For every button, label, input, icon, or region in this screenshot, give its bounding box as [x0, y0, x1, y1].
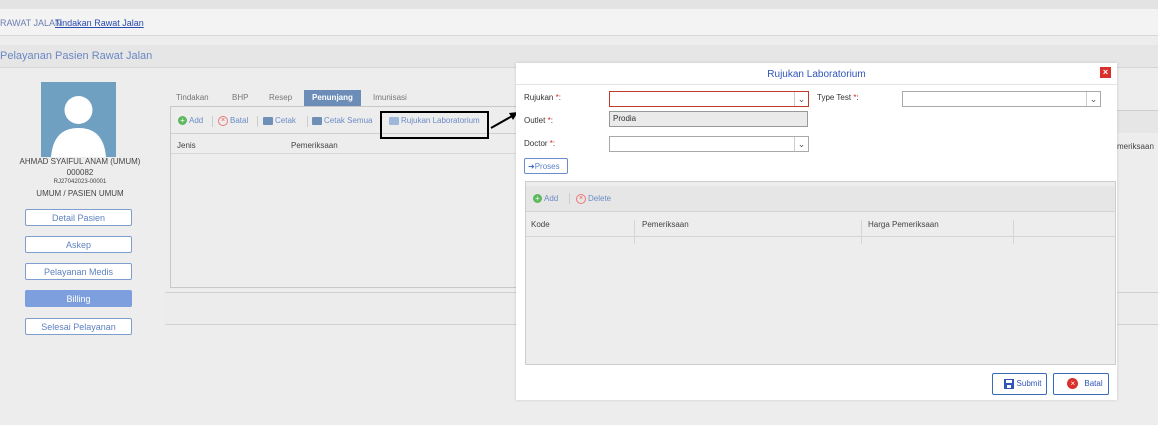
askep-button[interactable]: Askep [25, 236, 132, 253]
chevron-down-icon[interactable]: ⌄ [1086, 92, 1100, 106]
doctor-label: Doctor *: [524, 139, 556, 148]
add-button[interactable]: + Add [178, 116, 203, 126]
divider [307, 116, 308, 127]
section-title: Pelayanan Pasien Rawat Jalan [0, 50, 153, 62]
tab-resep[interactable]: Resep [269, 90, 292, 106]
breadcrumb-root: RAWAT JALAN [0, 18, 62, 28]
printer-icon [312, 116, 322, 125]
column-harga-pemeriksaan: Harga Pemeriksaan [868, 220, 939, 229]
divider [569, 193, 570, 204]
divider [212, 116, 213, 127]
user-silhouette-icon [41, 82, 116, 157]
type-test-label: Type Test *: [817, 93, 859, 102]
outlet-label: Outlet *: [524, 116, 553, 125]
tab-penunjang[interactable]: Penunjang [304, 90, 361, 106]
patient-name: AHMAD SYAIFUL ANAM (UMUM) [19, 157, 141, 166]
cetak-button[interactable]: Cetak [263, 116, 296, 125]
selesai-pelayanan-button[interactable]: Selesai Pelayanan [25, 318, 132, 335]
inner-toolbar: + Add × Delete [526, 186, 1115, 212]
submit-button[interactable]: Submit [992, 373, 1047, 395]
patient-registration: RJ27042023-00001 [53, 179, 107, 185]
modal-title: Rujukan Laboratorium [516, 63, 1117, 85]
inner-delete-button[interactable]: × Delete [576, 194, 611, 204]
batal-modal-button[interactable]: × Batal [1053, 373, 1109, 395]
pelayanan-medis-button[interactable]: Pelayanan Medis [25, 263, 132, 280]
chevron-down-icon[interactable]: ⌄ [794, 137, 808, 151]
patient-type: UMUM / PASIEN UMUM [36, 189, 124, 198]
column-pemeriksaan-partial: meriksaan [1117, 142, 1154, 151]
column-divider [1013, 220, 1014, 244]
printer-icon [263, 116, 273, 125]
tab-imunisasi[interactable]: Imunisasi [373, 90, 407, 106]
inner-grid-header: Kode Pemeriksaan Harga Pemeriksaan [526, 212, 1115, 244]
rujukan-label: Rujukan *: [524, 93, 561, 102]
close-icon[interactable]: × [1100, 67, 1111, 78]
close-circle-icon: × [1067, 378, 1079, 390]
billing-button[interactable]: Billing [25, 290, 132, 307]
patient-id: 000082 [66, 168, 94, 177]
rujukan-select[interactable]: ⌄ [609, 91, 809, 107]
rujukan-laboratorium-modal: Rujukan Laboratorium × Rujukan *: ⌄ Prod… [516, 63, 1117, 400]
cetak-semua-button[interactable]: Cetak Semua [312, 116, 372, 125]
column-divider [634, 220, 635, 244]
tab-bhp[interactable]: BHP [232, 90, 248, 106]
chevron-down-icon[interactable]: ⌄ [794, 92, 808, 106]
plus-icon: + [533, 194, 542, 204]
highlight-box [380, 111, 489, 139]
save-icon [1003, 378, 1014, 389]
detail-pasien-button[interactable]: Detail Pasien [25, 209, 132, 226]
type-test-select[interactable]: ⌄ [902, 91, 1101, 107]
rujukan-dropdown-option[interactable]: Prodia [609, 111, 808, 127]
plus-icon: + [178, 116, 187, 126]
close-circle-icon: × [576, 194, 586, 204]
process-arrow-icon: ➜ [528, 162, 535, 171]
avatar [41, 82, 116, 157]
column-kode: Kode [531, 220, 550, 229]
column-pemeriksaan: Pemeriksaan [291, 141, 338, 150]
divider [257, 116, 258, 127]
column-divider [861, 220, 862, 244]
doctor-select[interactable]: ⌄ [609, 136, 809, 152]
inner-add-button[interactable]: + Add [533, 194, 558, 204]
pemeriksaan-panel: + Add × Delete Kode Pemeriksaan Harga Peme… [525, 181, 1116, 365]
right-panel-strip: meriksaan [1117, 110, 1158, 151]
batal-button[interactable]: × Batal [218, 116, 248, 126]
breadcrumb: RAWAT JALAN Tindakan Rawat Jalan [0, 9, 1158, 36]
tab-tindakan[interactable]: Tindakan [176, 90, 209, 106]
proses-button[interactable]: ➜Proses [524, 158, 568, 174]
column-jenis: Jenis [177, 141, 196, 150]
close-circle-icon: × [218, 116, 228, 126]
breadcrumb-current-link[interactable]: Tindakan Rawat Jalan [55, 18, 144, 28]
column-pemeriksaan: Pemeriksaan [642, 220, 689, 229]
